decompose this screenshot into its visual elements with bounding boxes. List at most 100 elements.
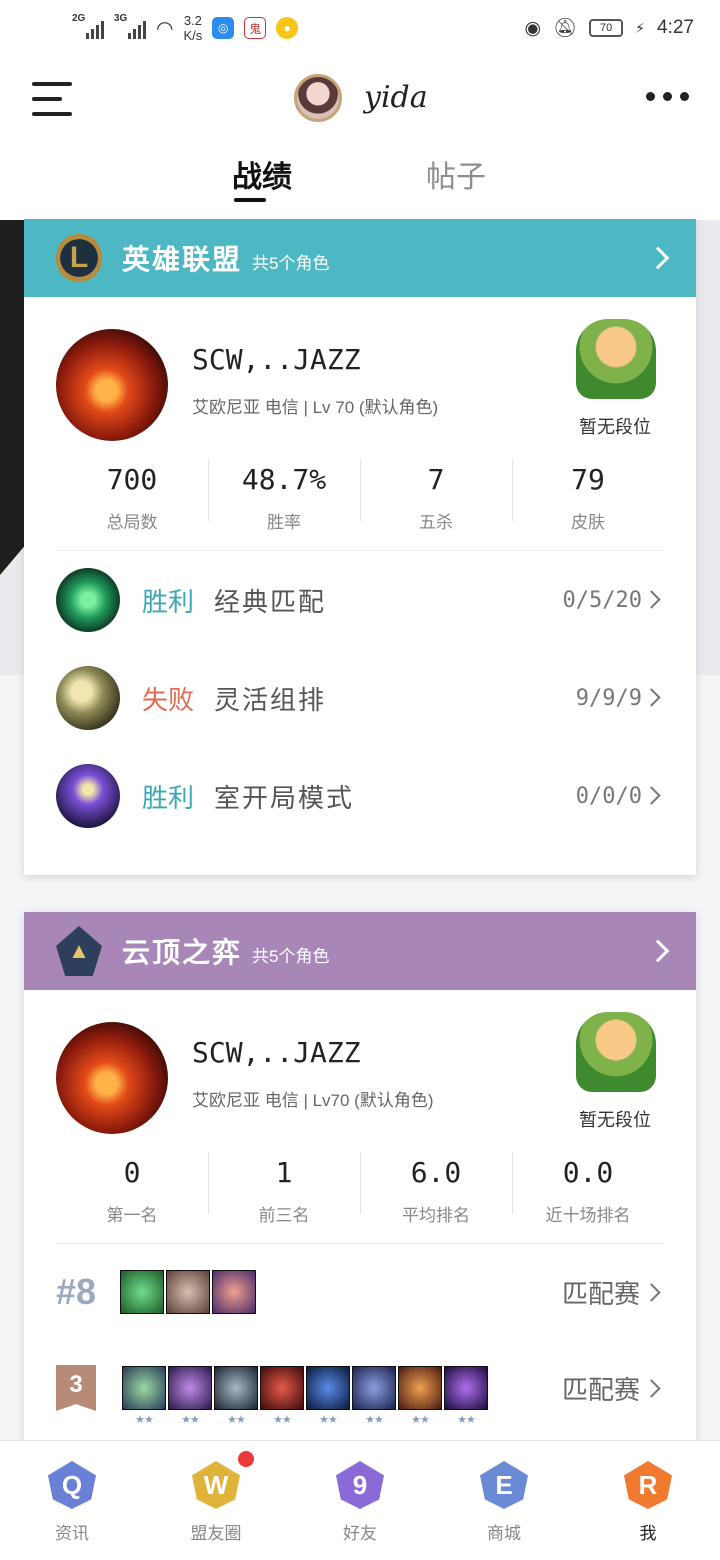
network-speed: 3.2 K/s [183, 13, 202, 43]
username: yida [364, 80, 428, 115]
signal-icon: 2G [72, 13, 104, 39]
match-mode: 室开局模式 [214, 782, 355, 813]
status-left: 2G 3G ◠ 3.2 K/s ◎ 鬼 ● [72, 13, 299, 43]
signal-icon: 3G [114, 13, 146, 39]
r-emblem-icon: R [624, 1461, 672, 1509]
rank-emblem-icon [576, 319, 656, 399]
stat-value: 48.7% [241, 463, 327, 496]
unit-icon [212, 1270, 256, 1314]
notification-dot [238, 1451, 254, 1467]
stat-value: 6.0 [410, 1156, 462, 1189]
user-avatar[interactable] [294, 74, 342, 122]
game-title: 云顶之弈 [122, 937, 243, 968]
stat-penta-kills: 7 五杀 [360, 447, 512, 550]
unit-icon: ★★ [398, 1366, 442, 1426]
chevron-right-icon [642, 688, 661, 707]
match-row[interactable]: 失败 灵活组排 9/9/9 [56, 649, 664, 747]
unit-icon: ★★ [306, 1366, 350, 1426]
match-list: 胜利 经典匹配 0/5/20 失败 灵活组排 9/9/9 胜利 室开局模式 0/… [56, 551, 664, 845]
unit-icon: ★★ [352, 1366, 396, 1426]
nav-me[interactable]: R 我 [576, 1441, 720, 1560]
stat-skins: 79 皮肤 [512, 447, 664, 550]
stat-value: 7 [427, 463, 445, 496]
tft-card-header[interactable]: ▲ 云顶之弈 共5个角色 [24, 912, 696, 990]
network-speed-unit: K/s [183, 28, 203, 43]
mute-icon: 🔕︎ [553, 18, 578, 39]
battery-icon: 70 [589, 19, 624, 37]
match-result: 胜利 [142, 782, 195, 813]
unit-icon [166, 1270, 210, 1314]
chevron-right-icon [646, 939, 670, 963]
app-notification-icon: ◎ [212, 17, 235, 39]
stat-top-three: 1 前三名 [208, 1140, 360, 1243]
unit-list: ★★ ★★ ★★ ★★ ★★ ★★ ★★ ★★ [122, 1366, 488, 1426]
chevron-right-icon [646, 246, 670, 270]
match-result: 胜利 [142, 586, 195, 617]
nav-label: 盟友圈 [190, 1524, 242, 1543]
unit-icon [120, 1270, 164, 1314]
signal-label: 2G [72, 13, 86, 24]
nav-friends[interactable]: 9 好友 [288, 1441, 432, 1560]
unit-icon: ★★ [168, 1366, 212, 1426]
nav-label: 好友 [343, 1524, 377, 1543]
stat-value: 700 [106, 463, 158, 496]
stats-row: 0 第一名 1 前三名 6.0 平均排名 0.0 近十场排名 [56, 1140, 664, 1244]
placement-badge: 3 [56, 1365, 96, 1411]
network-speed-value: 3.2 [183, 13, 202, 28]
champion-icon [56, 568, 120, 632]
nine-emblem-icon: 9 [336, 1461, 384, 1509]
stat-average-rank: 6.0 平均排名 [360, 1140, 512, 1243]
unit-icon: ★★ [260, 1366, 304, 1426]
match-kda: 0/5/20 [562, 587, 642, 613]
charging-icon: ⚡︎ [635, 19, 646, 36]
more-button[interactable] [646, 92, 689, 101]
role-count: 共5个角色 [252, 253, 330, 273]
stat-first-place: 0 第一名 [56, 1140, 208, 1243]
chevron-right-icon [642, 786, 661, 805]
role-name: SCW,..JAZZ [192, 1036, 361, 1069]
champion-avatar [56, 1022, 168, 1134]
lol-card: L 英雄联盟 共5个角色 SCW,..JAZZ 艾欧尼亚 电信 | Lv 70 … [24, 219, 696, 875]
background-artwork [0, 220, 24, 575]
stat-label: 近十场排名 [545, 1206, 631, 1225]
tft-game-row[interactable]: 3 ★★ ★★ ★★ ★★ ★★ ★★ ★★ ★★ 匹配赛 [56, 1340, 664, 1436]
nav-label: 商城 [487, 1524, 521, 1543]
chevron-right-icon [642, 590, 661, 609]
stats-row: 700 总局数 48.7% 胜率 7 五杀 79 皮肤 [56, 447, 664, 551]
status-bar: 2G 3G ◠ 3.2 K/s ◎ 鬼 ● ◉ 🔕︎ 70 ⚡︎ 4:27 [0, 0, 720, 56]
tft-game-row[interactable]: #8 匹配赛 [56, 1244, 664, 1340]
tft-card: ▲ 云顶之弈 共5个角色 SCW,..JAZZ 艾欧尼亚 电信 | Lv70 (… [24, 912, 696, 1472]
match-row[interactable]: 胜利 经典匹配 0/5/20 [56, 551, 664, 649]
unit-icon: ★★ [444, 1366, 488, 1426]
champion-icon [56, 764, 120, 828]
nav-label: 我 [639, 1524, 657, 1543]
nav-news[interactable]: Q 资讯 [0, 1441, 144, 1560]
role-profile[interactable]: SCW,..JAZZ 艾欧尼亚 电信 | Lv70 (默认角色) 暂无段位 [24, 990, 696, 1140]
tab-records[interactable]: 战绩 [232, 152, 292, 196]
lol-card-header[interactable]: L 英雄联盟 共5个角色 [24, 219, 696, 297]
role-profile[interactable]: SCW,..JAZZ 艾欧尼亚 电信 | Lv 70 (默认角色) 暂无段位 [24, 297, 696, 447]
nav-store[interactable]: E 商城 [432, 1441, 576, 1560]
nav-friends-circle[interactable]: W 盟友圈 [144, 1441, 288, 1560]
clock: 4:27 [657, 17, 694, 38]
match-mode: 灵活组排 [214, 684, 327, 715]
menu-button[interactable] [32, 82, 72, 116]
tab-posts[interactable]: 帖子 [426, 152, 486, 196]
rank-text: 暂无段位 [579, 417, 651, 437]
rank-text: 暂无段位 [579, 1110, 651, 1130]
app-notification-icon: 鬼 [244, 17, 267, 39]
stat-label: 总局数 [106, 513, 158, 532]
placement: #8 [56, 1271, 97, 1312]
q-emblem-icon: Q [48, 1461, 96, 1509]
stat-value: 1 [275, 1156, 293, 1189]
stat-label: 五杀 [419, 513, 453, 532]
unit-icon: ★★ [122, 1366, 166, 1426]
unit-icon: ★★ [214, 1366, 258, 1426]
match-row[interactable]: 胜利 室开局模式 0/0/0 [56, 747, 664, 845]
w-emblem-icon: W [192, 1461, 240, 1509]
eye-icon: ◉ [524, 17, 542, 39]
match-kda: 9/9/9 [575, 685, 642, 711]
stat-label: 平均排名 [402, 1206, 470, 1225]
unit-list [120, 1270, 256, 1314]
stat-label: 胜率 [267, 513, 301, 532]
